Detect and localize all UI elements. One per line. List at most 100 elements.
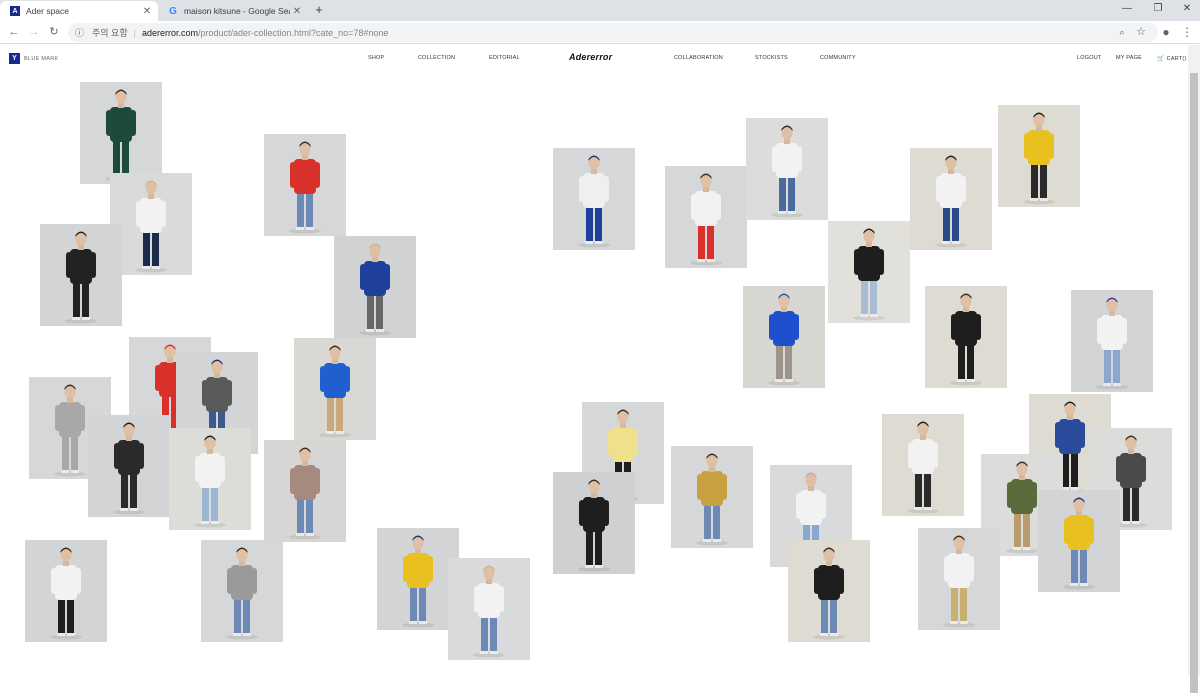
model-figure-image bbox=[828, 221, 910, 323]
model-figure-image bbox=[918, 528, 1000, 630]
model-figure-image bbox=[553, 472, 635, 574]
ader-favicon-icon: A bbox=[10, 6, 20, 16]
model-figure-image bbox=[88, 415, 170, 517]
model-figure-image bbox=[110, 173, 192, 275]
site-header: Y BLUE MARK SHOP COLLECTION EDITORIAL Ad… bbox=[0, 45, 1188, 70]
address-separator: | bbox=[133, 27, 136, 38]
lookbook-photo[interactable] bbox=[377, 528, 459, 630]
tab-title: Ader space bbox=[26, 6, 69, 16]
close-window-button[interactable]: ✕ bbox=[1180, 3, 1194, 14]
tab-ader-space[interactable]: A Ader space ✕ bbox=[0, 1, 158, 21]
reload-button[interactable]: ↻ bbox=[47, 25, 61, 39]
nav-community[interactable]: COMMUNITY bbox=[820, 55, 856, 61]
model-figure-image bbox=[925, 286, 1007, 388]
lookbook-photo[interactable] bbox=[264, 134, 346, 236]
nav-editorial[interactable]: EDITORIAL bbox=[489, 55, 520, 61]
lookbook-photo[interactable] bbox=[882, 414, 964, 516]
lookbook-photo[interactable] bbox=[1038, 490, 1120, 592]
model-figure-image bbox=[788, 540, 870, 642]
nav-shop[interactable]: SHOP bbox=[368, 55, 384, 61]
tab-google-search[interactable]: G maison kitsune - Google Search ✕ bbox=[158, 1, 308, 21]
model-figure-image bbox=[671, 446, 753, 548]
lookbook-photo[interactable] bbox=[110, 173, 192, 275]
url-host: adererror.com bbox=[141, 27, 198, 38]
nav-collection[interactable]: COLLECTION bbox=[418, 55, 455, 61]
lookbook-photo[interactable] bbox=[665, 166, 747, 268]
lookbook-photo[interactable] bbox=[25, 540, 107, 642]
logout-link[interactable]: LOGOUT bbox=[1077, 55, 1101, 61]
page-scrollbar[interactable] bbox=[1188, 45, 1200, 693]
model-figure-image bbox=[882, 414, 964, 516]
blue-mark-label: BLUE MARK bbox=[24, 55, 59, 62]
model-figure-image bbox=[264, 440, 346, 542]
lookbook-photo[interactable] bbox=[553, 472, 635, 574]
google-favicon-icon: G bbox=[169, 5, 177, 17]
model-figure-image bbox=[294, 338, 376, 440]
lookbook-photo[interactable] bbox=[1071, 290, 1153, 392]
restore-button[interactable]: ❐ bbox=[1151, 3, 1165, 14]
tab-title: maison kitsune - Google Search bbox=[184, 6, 290, 16]
bookmark-star-icon[interactable]: ☆ bbox=[1134, 25, 1148, 39]
cart-link[interactable]: 🛒 CART() bbox=[1157, 55, 1187, 63]
profile-icon[interactable]: ● bbox=[1159, 25, 1173, 39]
url-path: /product/ader-collection.html?cate_no=78… bbox=[198, 27, 389, 38]
new-tab-button[interactable]: + bbox=[312, 3, 326, 17]
lookbook-photo[interactable] bbox=[448, 558, 530, 660]
address-bar[interactable]: ⓘ 주의 요함 | adererror.com /product/ader-co… bbox=[68, 23, 1158, 42]
nav-collaboration[interactable]: COLLABORATION bbox=[674, 55, 723, 61]
model-figure-image bbox=[264, 134, 346, 236]
tab-close-icon[interactable]: ✕ bbox=[290, 6, 304, 17]
model-figure-image bbox=[334, 236, 416, 338]
model-figure-image bbox=[40, 224, 122, 326]
model-figure-image bbox=[1038, 490, 1120, 592]
browser-menu-icon[interactable]: ⋮ bbox=[1180, 25, 1194, 39]
model-figure-image bbox=[746, 118, 828, 220]
lookbook-photo[interactable] bbox=[264, 440, 346, 542]
lookbook-photo[interactable] bbox=[169, 428, 251, 530]
my-page-link[interactable]: MY PAGE bbox=[1116, 55, 1142, 61]
lookbook-photo[interactable] bbox=[294, 338, 376, 440]
model-figure-image bbox=[1071, 290, 1153, 392]
security-warning[interactable]: 주의 요함 bbox=[92, 26, 128, 39]
cart-label: CART() bbox=[1166, 55, 1187, 62]
tab-close-icon[interactable]: ✕ bbox=[140, 6, 154, 17]
zoom-icon[interactable]: ⌕ bbox=[1115, 25, 1129, 39]
lookbook-photo[interactable] bbox=[671, 446, 753, 548]
minimize-button[interactable]: — bbox=[1120, 3, 1134, 14]
cart-icon: 🛒 bbox=[1157, 56, 1165, 62]
blue-mark-logo[interactable]: Y BLUE MARK bbox=[9, 53, 59, 64]
model-figure-image bbox=[665, 166, 747, 268]
lookbook-photo[interactable] bbox=[40, 224, 122, 326]
lookbook-photo[interactable] bbox=[746, 118, 828, 220]
lookbook-photo[interactable] bbox=[553, 148, 635, 250]
model-figure-image bbox=[448, 558, 530, 660]
lookbook-photo[interactable] bbox=[788, 540, 870, 642]
forward-button[interactable]: → bbox=[27, 25, 41, 39]
model-figure-image bbox=[201, 540, 283, 642]
lookbook-photo[interactable] bbox=[334, 236, 416, 338]
nav-stockists[interactable]: STOCKISTS bbox=[755, 55, 788, 61]
model-figure-image bbox=[169, 428, 251, 530]
lookbook-photo[interactable] bbox=[910, 148, 992, 250]
model-figure-image bbox=[553, 148, 635, 250]
model-figure-image bbox=[910, 148, 992, 250]
lookbook-photo[interactable] bbox=[828, 221, 910, 323]
lookbook-photo[interactable] bbox=[201, 540, 283, 642]
blue-mark-icon: Y bbox=[9, 53, 20, 64]
browser-tab-strip: A Ader space ✕ G maison kitsune - Google… bbox=[0, 0, 1200, 21]
scrollbar-thumb[interactable] bbox=[1190, 73, 1198, 693]
model-figure-image bbox=[743, 286, 825, 388]
info-icon[interactable]: ⓘ bbox=[75, 26, 89, 39]
lookbook-photo[interactable] bbox=[918, 528, 1000, 630]
lookbook-photo[interactable] bbox=[80, 82, 162, 184]
back-button[interactable]: ← bbox=[7, 25, 21, 39]
lookbook-collage bbox=[0, 70, 1188, 675]
lookbook-photo[interactable] bbox=[88, 415, 170, 517]
model-figure-image bbox=[377, 528, 459, 630]
lookbook-photo[interactable] bbox=[743, 286, 825, 388]
brand-logo[interactable]: Adererror bbox=[569, 52, 612, 62]
lookbook-photo[interactable] bbox=[925, 286, 1007, 388]
model-figure-image bbox=[25, 540, 107, 642]
lookbook-photo[interactable] bbox=[998, 105, 1080, 207]
model-figure-image bbox=[80, 82, 162, 184]
